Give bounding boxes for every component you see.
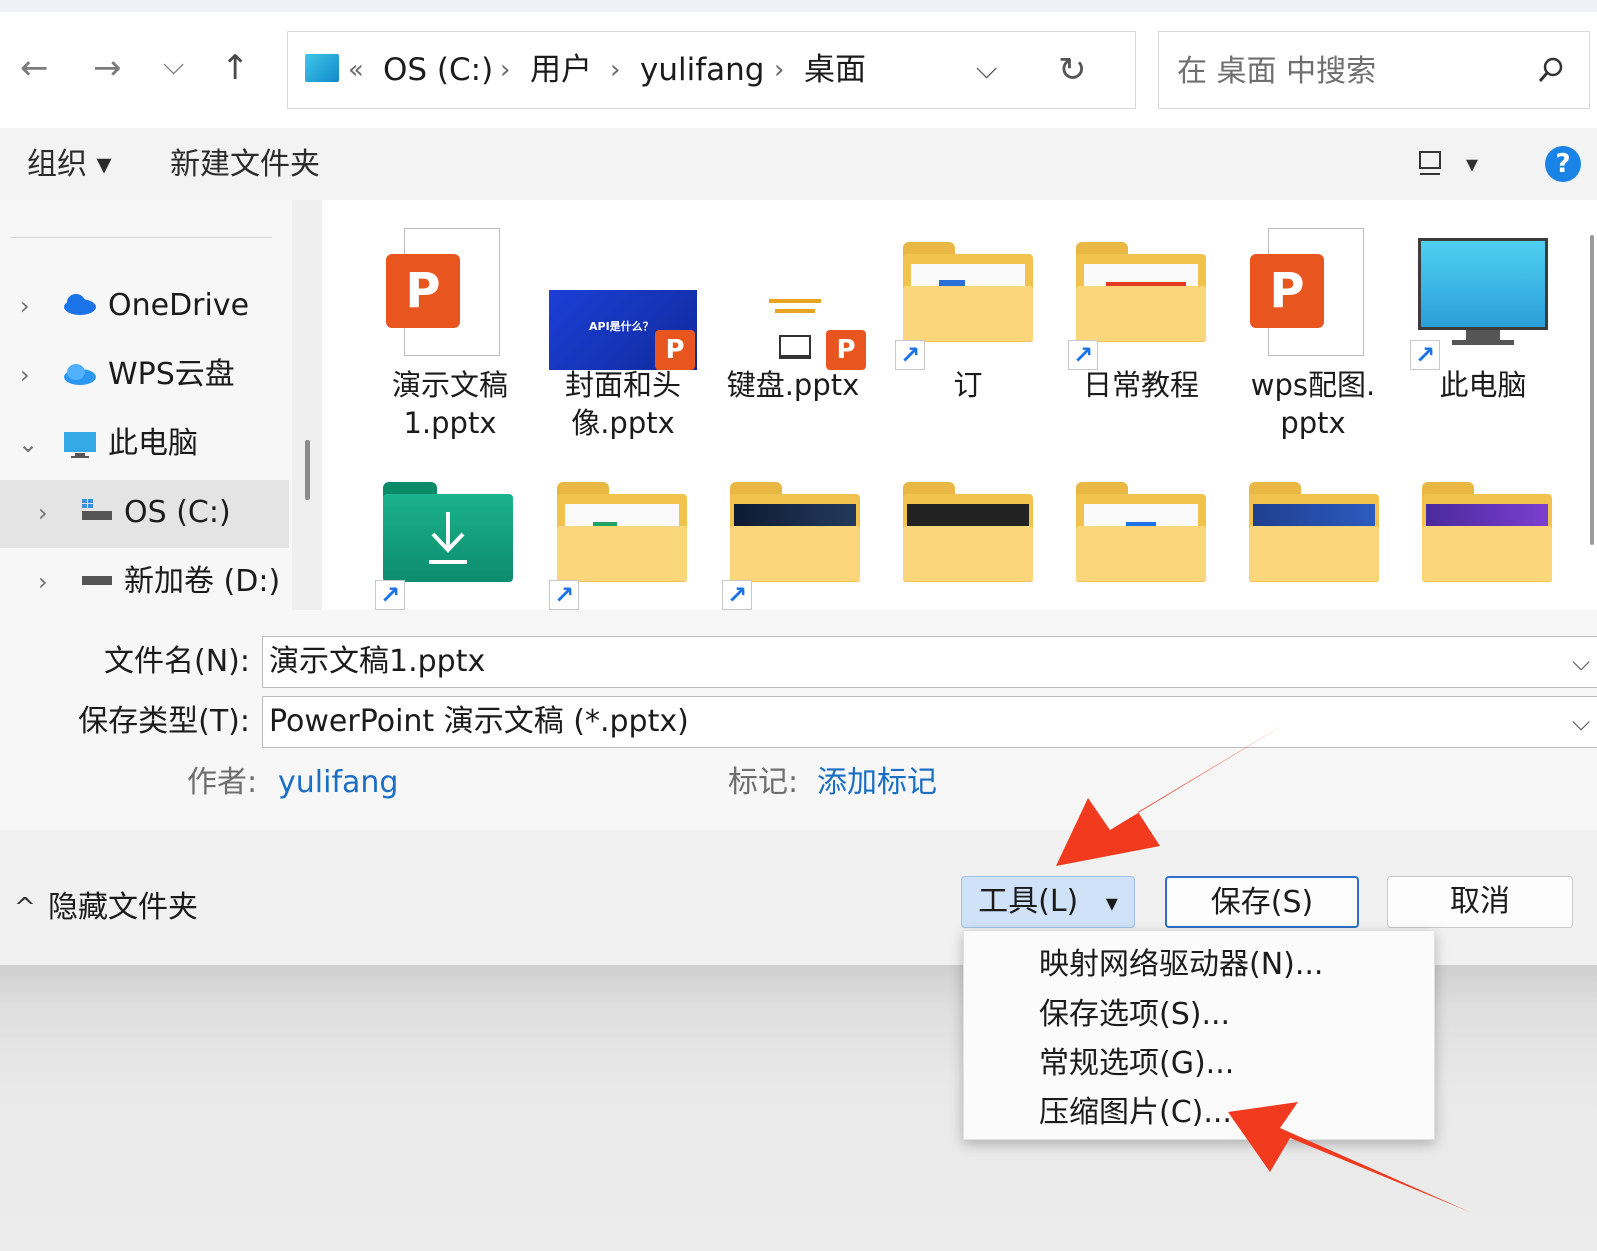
arrow-to-tools-icon (1056, 724, 1285, 866)
arrow-to-compress-icon (1228, 1102, 1470, 1212)
annotation-arrows (1056, 724, 1470, 1212)
